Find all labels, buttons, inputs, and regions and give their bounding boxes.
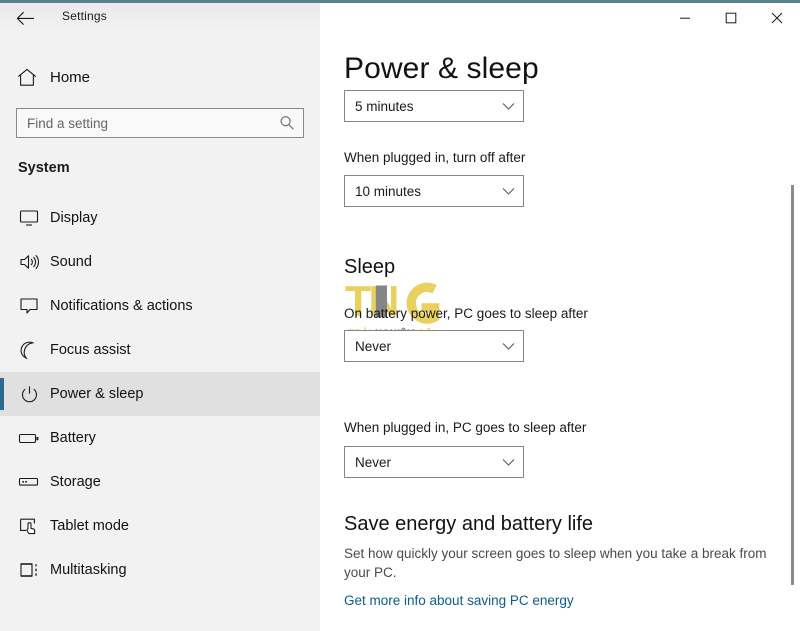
content-pane: Power & sleep TN TRẢI NGHIỆM SỐ 5 minute… [320, 3, 800, 631]
search-icon [277, 115, 295, 131]
chevron-down-icon [493, 458, 523, 467]
sidebar-item-home[interactable]: Home [0, 60, 320, 94]
screen-plugged-timeout-value: 10 minutes [355, 183, 422, 199]
selection-indicator [0, 510, 4, 542]
maximize-icon [725, 12, 737, 23]
tablet-touch-icon [8, 517, 50, 536]
monitor-icon [8, 209, 50, 227]
sleep-plugged-label: When plugged in, PC goes to sleep after [344, 420, 587, 435]
minimize-icon [680, 17, 690, 19]
selection-indicator [0, 422, 4, 454]
sidebar-item-power-and-sleep[interactable]: Power & sleep [0, 372, 320, 416]
battery-icon [8, 431, 50, 445]
scrollbar-track[interactable] [786, 35, 800, 631]
sleep-plugged-dropdown[interactable]: Never [344, 446, 524, 478]
close-icon [771, 12, 783, 23]
sidebar-item-display[interactable]: Display [0, 196, 320, 240]
sleep-battery-label: On battery power, PC goes to sleep after [344, 306, 588, 321]
window-controls [662, 3, 800, 32]
save-energy-link[interactable]: Get more info about saving PC energy [344, 593, 574, 608]
sidebar-item-multitasking[interactable]: Multitasking [0, 548, 320, 592]
sleep-section-heading: Sleep [344, 256, 396, 278]
sidebar-item-multitasking-label: Multitasking [50, 562, 127, 578]
selection-indicator [0, 554, 4, 586]
minimize-button[interactable] [662, 3, 708, 32]
selection-indicator [0, 466, 4, 498]
selection-indicator [0, 334, 4, 366]
sidebar-item-display-label: Display [50, 210, 98, 226]
save-energy-description: Set how quickly your screen goes to slee… [344, 546, 767, 580]
page-title: Power & sleep [344, 52, 539, 85]
sleep-battery-value: Never [355, 338, 392, 354]
arrow-left-icon [16, 11, 34, 25]
close-button[interactable] [754, 3, 800, 32]
chevron-down-icon [493, 102, 523, 111]
sidebar-item-storage[interactable]: Storage [0, 460, 320, 504]
settings-scroll-area: TN TRẢI NGHIỆM SỐ 5 minutes When plugged… [320, 88, 800, 631]
sidebar-item-sound[interactable]: Sound [0, 240, 320, 284]
sidebar-item-battery-label: Battery [50, 430, 96, 446]
selection-indicator [0, 246, 4, 278]
scrollbar-thumb[interactable] [791, 185, 794, 585]
sleep-battery-dropdown[interactable]: Never [344, 330, 524, 362]
sidebar-item-tablet-mode-label: Tablet mode [50, 518, 129, 534]
maximize-button[interactable] [708, 3, 754, 32]
screen-battery-timeout-value: 5 minutes [355, 98, 414, 114]
home-icon [6, 68, 48, 87]
screen-plugged-timeout-dropdown[interactable]: 10 minutes [344, 175, 524, 207]
title-bar: Settings [0, 3, 320, 32]
speaker-icon [8, 253, 50, 271]
sidebar-item-storage-label: Storage [50, 474, 101, 490]
chat-bubble-icon [8, 297, 50, 315]
sidebar-item-battery[interactable]: Battery [0, 416, 320, 460]
sidebar-item-power-and-sleep-label: Power & sleep [50, 386, 144, 402]
search-container [16, 108, 304, 138]
search-box[interactable] [16, 108, 304, 138]
power-icon [8, 385, 50, 404]
sidebar-nav: Display Sound Notifications & actions Fo… [0, 196, 320, 592]
sleep-plugged-value: Never [355, 454, 392, 470]
sidebar-group-title: System [18, 160, 70, 176]
sidebar-item-notifications-label: Notifications & actions [50, 298, 193, 314]
sidebar-item-tablet-mode[interactable]: Tablet mode [0, 504, 320, 548]
settings-window: Settings Home System [0, 0, 800, 631]
sidebar-item-focus-assist-label: Focus assist [50, 342, 131, 358]
sidebar-item-focus-assist[interactable]: Focus assist [0, 328, 320, 372]
selection-indicator [0, 202, 4, 234]
moon-icon [8, 341, 50, 360]
window-title: Settings [62, 9, 107, 23]
sidebar-item-sound-label: Sound [50, 254, 92, 270]
selection-indicator [0, 290, 4, 322]
chevron-down-icon [493, 187, 523, 196]
back-button[interactable] [8, 5, 42, 31]
screen-plugged-timeout-label: When plugged in, turn off after [344, 150, 526, 165]
search-input[interactable] [27, 115, 277, 131]
multitasking-icon [8, 561, 50, 579]
save-energy-heading: Save energy and battery life [344, 513, 594, 535]
drive-icon [8, 476, 50, 488]
chevron-down-icon [493, 342, 523, 351]
sidebar-item-notifications[interactable]: Notifications & actions [0, 284, 320, 328]
sidebar-item-home-label: Home [50, 68, 91, 86]
selection-indicator [0, 378, 4, 410]
screen-battery-timeout-dropdown[interactable]: 5 minutes [344, 90, 524, 122]
sidebar: Settings Home System [0, 3, 320, 631]
